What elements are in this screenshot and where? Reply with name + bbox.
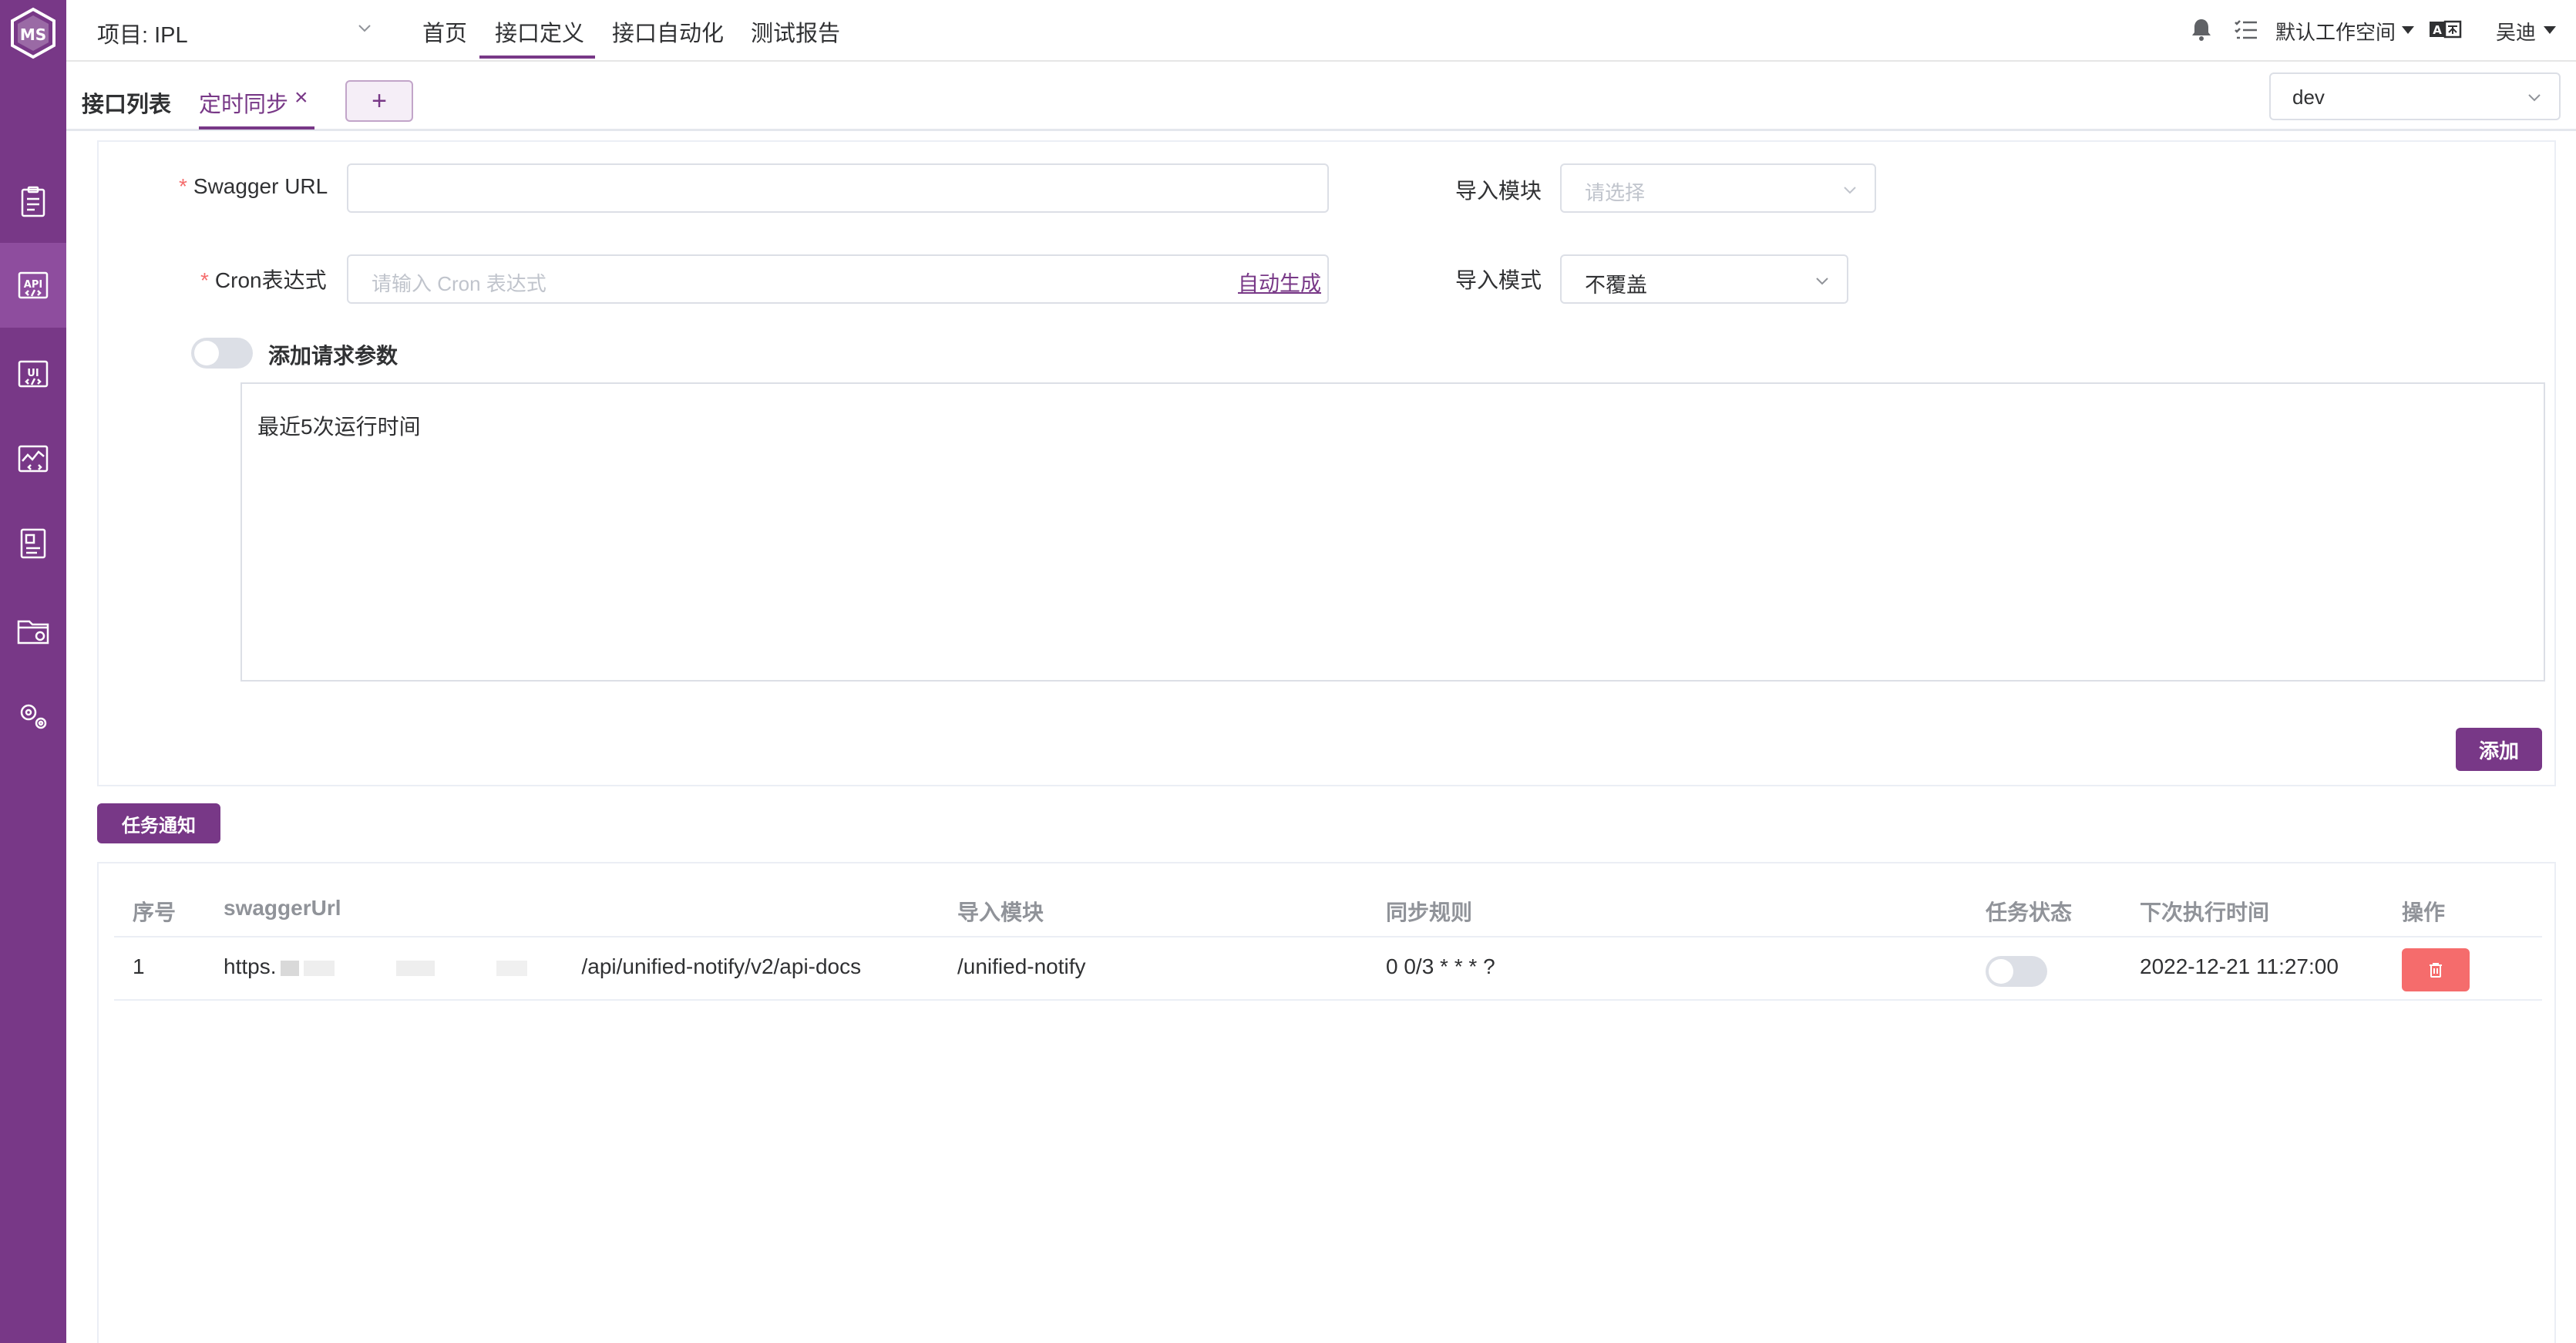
environment-select[interactable]: dev — [2269, 72, 2561, 120]
col-header-swagger-url: swaggerUrl — [224, 896, 341, 920]
cell-swagger-url: https./api/unified-notify/v2/api-docs — [224, 954, 862, 978]
ms-logo-icon[interactable]: MS — [6, 6, 60, 60]
swagger-url-label: * Swagger URL — [179, 174, 328, 198]
menu-api-definition[interactable]: 接口定义 — [495, 15, 584, 48]
workspace-caret-icon[interactable] — [2402, 26, 2414, 34]
top-header: 项目: IPL 首页 接口定义 接口自动化 测试报告 默认工作空间 A 吴迪 — [66, 0, 2576, 62]
add-button[interactable]: 添加 — [2456, 728, 2542, 771]
cell-index: 1 — [133, 954, 145, 978]
import-module-label: 导入模块 — [1455, 179, 1542, 203]
cron-input[interactable]: 请输入 Cron 表达式 自动生成 — [347, 254, 1329, 304]
task-status-toggle[interactable] — [1986, 956, 2047, 987]
track-icon — [21, 186, 45, 217]
menu-test-report[interactable]: 测试报告 — [751, 15, 840, 48]
bell-icon[interactable] — [2188, 15, 2215, 43]
import-mode-label: 导入模式 — [1455, 268, 1542, 292]
cron-label: * Cron表达式 — [200, 268, 327, 292]
project-selector[interactable]: 项目: IPL — [97, 17, 188, 49]
workspace-list-icon[interactable] — [2232, 15, 2260, 43]
delete-button[interactable] — [2402, 948, 2470, 991]
import-mode-select[interactable]: 不覆盖 — [1560, 254, 1848, 304]
api-icon: API — [18, 271, 49, 299]
request-params-toggle[interactable] — [191, 338, 253, 369]
swagger-url-input[interactable] — [347, 163, 1329, 213]
svg-text:MS: MS — [20, 25, 46, 44]
import-module-select[interactable]: 请选择 — [1560, 163, 1876, 213]
cell-import-module: /unified-notify — [957, 954, 1086, 978]
chevron-down-icon — [2528, 94, 2541, 102]
performance-icon — [18, 445, 49, 473]
user-caret-icon[interactable] — [2544, 26, 2556, 34]
user-menu[interactable]: 吴迪 — [2496, 17, 2536, 45]
chevron-down-icon — [1844, 187, 1856, 194]
col-header-index: 序号 — [133, 900, 177, 924]
cell-sync-rule: 0 0/3 * * * ? — [1386, 954, 1495, 978]
environment-value: dev — [2292, 86, 2325, 109]
language-icon[interactable]: A — [2428, 15, 2462, 43]
svg-text:UI: UI — [27, 368, 39, 379]
svg-text:A: A — [2433, 23, 2442, 37]
ui-icon: UI — [18, 360, 49, 388]
col-header-sync-rule: 同步规则 — [1386, 900, 1473, 924]
auto-generate-link[interactable]: 自动生成 — [1238, 267, 1321, 297]
report-icon — [20, 528, 46, 559]
cell-next-run: 2022-12-21 11:27:00 — [2140, 954, 2339, 978]
nav-api[interactable]: API — [0, 243, 66, 328]
project-icon — [17, 620, 49, 645]
active-tab-indicator — [199, 126, 314, 130]
workspace-selector[interactable]: 默认工作空间 — [2275, 17, 2396, 45]
svg-text:API: API — [24, 279, 42, 291]
chevron-down-icon[interactable] — [353, 17, 376, 40]
chevron-down-icon — [1816, 278, 1828, 285]
col-header-import-module: 导入模块 — [957, 900, 1044, 924]
task-notify-button[interactable]: 任务通知 — [97, 803, 220, 843]
nav-settings[interactable] — [0, 674, 66, 759]
col-header-next-run: 下次执行时间 — [2140, 900, 2270, 924]
schedule-table: 序号 swaggerUrl 导入模块 同步规则 任务状态 下次执行时间 操作 1… — [97, 862, 2556, 1343]
sidebar: MS API UI — [0, 0, 66, 1343]
nav-ui[interactable]: UI — [0, 332, 66, 416]
tab-scheduled-sync[interactable]: 定时同步 — [199, 86, 288, 119]
tab-api-list[interactable]: 接口列表 — [82, 86, 171, 119]
active-menu-indicator — [479, 56, 595, 59]
close-icon[interactable]: × — [294, 85, 308, 111]
request-params-label: 添加请求参数 — [268, 344, 399, 368]
col-header-task-status: 任务状态 — [1986, 900, 2073, 924]
schedule-form-panel: * Swagger URL 导入模块 请选择 * Cron表达式 请输入 Cron … — [97, 140, 2556, 786]
tab-row: 接口列表 定时同步 × + dev — [66, 62, 2576, 131]
header-divider — [114, 936, 2542, 937]
col-header-actions: 操作 — [2402, 900, 2446, 924]
menu-api-automation[interactable]: 接口自动化 — [612, 15, 724, 48]
nav-project[interactable] — [0, 587, 66, 672]
trash-icon — [2430, 963, 2442, 978]
nav-report[interactable] — [0, 501, 66, 586]
row-divider — [114, 999, 2542, 1001]
settings-icon — [20, 704, 47, 729]
nav-track[interactable] — [0, 160, 66, 244]
nav-performance[interactable] — [0, 416, 66, 501]
recent-runs-box: 最近5次运行时间 — [240, 382, 2545, 682]
add-tab-button[interactable]: + — [345, 80, 413, 122]
recent-runs-title: 最近5次运行时间 — [257, 415, 421, 439]
menu-home[interactable]: 首页 — [422, 15, 467, 48]
